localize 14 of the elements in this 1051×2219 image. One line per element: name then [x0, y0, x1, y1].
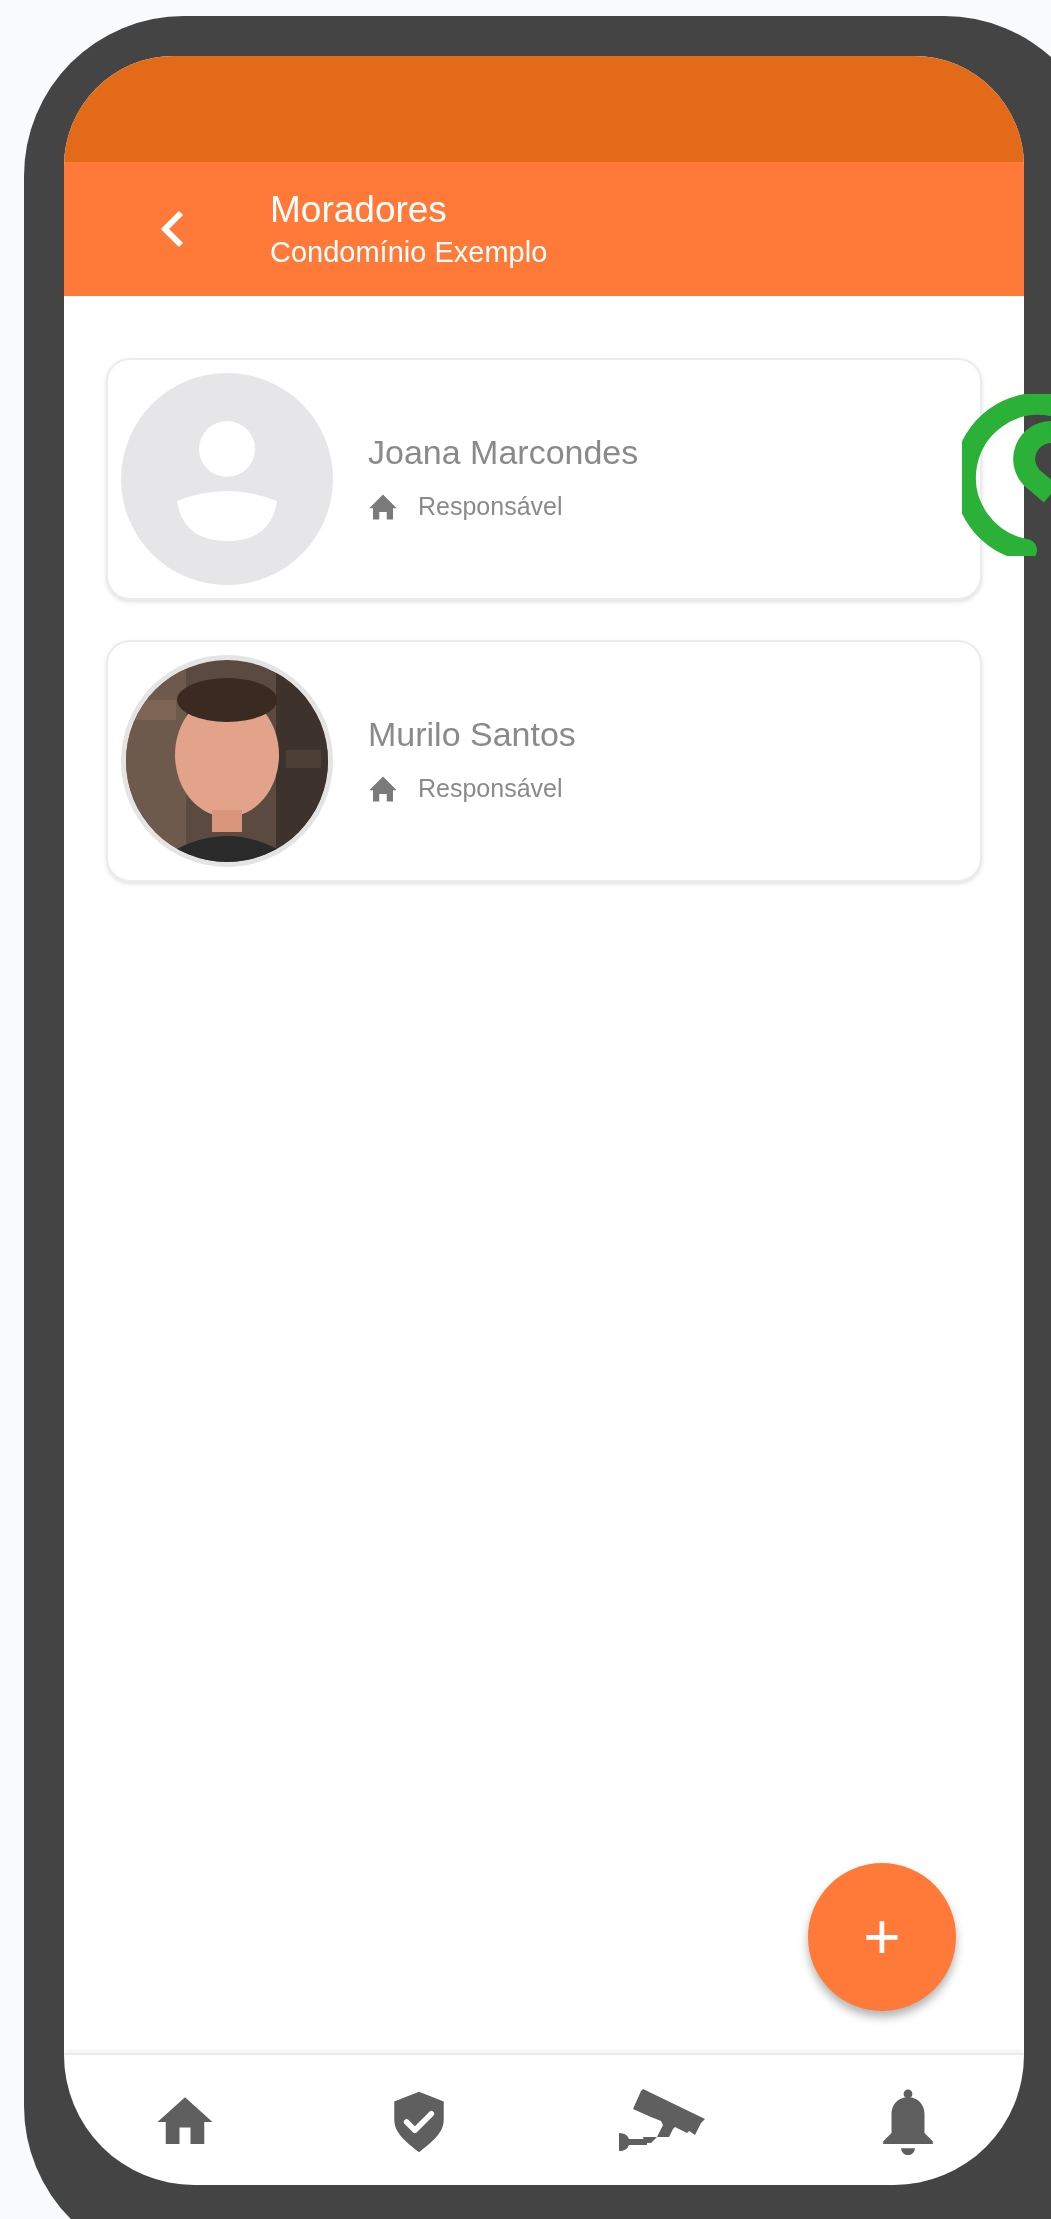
home-icon: [368, 493, 398, 521]
back-icon: [159, 209, 185, 249]
home-icon: [368, 775, 398, 803]
resident-role: Responsável: [418, 773, 563, 805]
logo-icon: [962, 394, 1051, 556]
resident-name: Joana Marcondes: [368, 432, 639, 473]
resident-role: Responsável: [418, 491, 563, 523]
page-subtitle: Condomínio Exemplo: [270, 235, 548, 270]
add-button[interactable]: +: [808, 1863, 956, 2011]
resident-card[interactable]: Murilo Santos Responsável: [106, 640, 982, 882]
avatar-placeholder-icon: [121, 373, 333, 585]
resident-card[interactable]: Joana Marcondes Responsável: [106, 358, 982, 600]
resident-name: Murilo Santos: [368, 714, 576, 755]
page-title: Moradores: [270, 188, 448, 232]
